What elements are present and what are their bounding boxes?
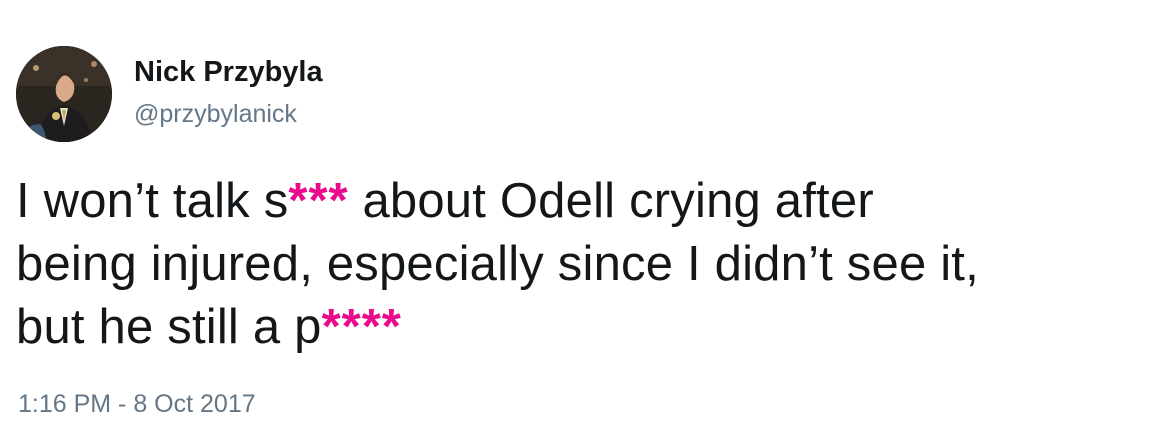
- avatar[interactable]: [16, 46, 112, 142]
- tweet-text-line2: being injured, especially since I didn’t…: [16, 237, 979, 291]
- user-handle[interactable]: @przybylanick: [134, 100, 297, 129]
- tweet-text-line1-start: I won’t talk s: [16, 174, 289, 228]
- tweet-text-line1-end: about Odell crying after: [348, 174, 874, 228]
- tweet-text-line3-start: but he still a p: [16, 300, 322, 354]
- censored-word: ***: [288, 174, 349, 228]
- censored-word: ****: [321, 300, 402, 354]
- tweet-timestamp[interactable]: 1:16 PM - 8 Oct 2017: [18, 390, 256, 419]
- tweet-text: I won’t talk s*** about Odell crying aft…: [16, 170, 1126, 359]
- display-name[interactable]: Nick Przybyla: [134, 56, 323, 89]
- tweet-card: Nick Przybyla @przybylanick I won’t talk…: [0, 0, 1150, 442]
- avatar-photo: [16, 46, 112, 142]
